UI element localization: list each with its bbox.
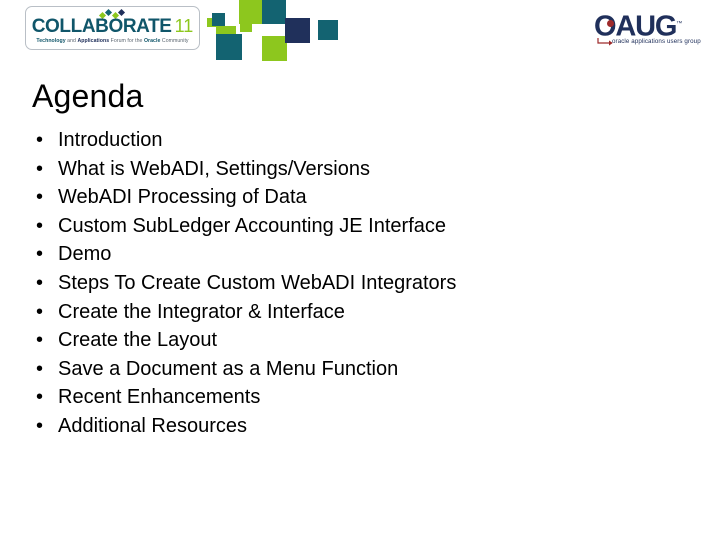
agenda-item: • Recent Enhancements bbox=[30, 383, 690, 412]
bullet-icon: • bbox=[36, 329, 44, 352]
agenda-item: • Additional Resources bbox=[30, 412, 690, 441]
agenda-item: • Introduction bbox=[30, 126, 690, 155]
agenda-list: • Introduction • What is WebADI, Settings/V… bbox=[30, 126, 690, 441]
agenda-item: • WebADI Processing of Data bbox=[30, 183, 690, 212]
oaug-tagline: oracle applications users group bbox=[612, 38, 701, 45]
tagline-mid-2: Forum for the bbox=[109, 38, 144, 44]
trademark-icon: ™ bbox=[676, 21, 683, 27]
presentation-slide: COLLABORATE 11 Technology and Application… bbox=[0, 0, 720, 540]
collaborate-wordmark: COLLABORATE 11 bbox=[26, 17, 199, 36]
mosaic-tile bbox=[216, 34, 242, 60]
bullet-icon: • bbox=[36, 357, 44, 380]
oaug-target-dot-icon bbox=[607, 20, 614, 27]
mosaic-tile bbox=[285, 18, 310, 43]
agenda-item-label: Additional Resources bbox=[58, 414, 247, 437]
agenda-item: • Demo bbox=[30, 240, 690, 269]
page-title: Agenda bbox=[32, 78, 144, 114]
collaborate-name: COLLABORATE bbox=[31, 16, 172, 37]
bullet-icon: • bbox=[36, 214, 44, 237]
agenda-item-label: Create the Layout bbox=[58, 329, 217, 352]
agenda-item-label: Introduction bbox=[58, 129, 163, 151]
collaborate-year: 11 bbox=[174, 16, 194, 36]
agenda-item: • Custom SubLedger Accounting JE Interfac… bbox=[30, 212, 690, 241]
agenda-item-label: Steps To Create Custom WebADI Integrator… bbox=[58, 271, 457, 294]
agenda-item-label: Custom SubLedger Accounting JE Interface bbox=[58, 214, 447, 237]
agenda-item: • Save a Document as a Menu Function bbox=[30, 355, 690, 384]
bullet-icon: • bbox=[36, 386, 44, 409]
bullet-icon: • bbox=[36, 186, 44, 209]
tagline-bold-technology: Technology bbox=[36, 38, 66, 44]
oaug-logo: OAUG™ oracle applications users group bbox=[594, 8, 712, 54]
tagline-end: Community bbox=[160, 38, 189, 44]
bullet-icon: • bbox=[36, 300, 44, 323]
bullet-icon: • bbox=[36, 271, 44, 294]
mosaic-tile bbox=[262, 36, 287, 61]
agenda-item-label: Demo bbox=[58, 243, 112, 266]
bullet-icon: • bbox=[36, 129, 44, 151]
agenda-item-label: Recent Enhancements bbox=[58, 386, 261, 409]
collaborate-tagline: Technology and Applications Forum for th… bbox=[26, 38, 199, 44]
mosaic-tile bbox=[262, 0, 286, 24]
agenda-item: • Create the Layout bbox=[30, 326, 690, 355]
bullet-icon: • bbox=[36, 157, 44, 180]
bullet-icon: • bbox=[36, 243, 44, 266]
mosaic-tile bbox=[212, 13, 225, 26]
tagline-bold-oracle: Oracle bbox=[143, 38, 161, 44]
agenda-item-label: What is WebADI, Settings/Versions bbox=[58, 157, 370, 180]
agenda-item-label: Save a Document as a Menu Function bbox=[58, 357, 399, 380]
agenda-item: • Create the Integrator & Interface bbox=[30, 298, 690, 327]
mosaic-tile bbox=[240, 20, 252, 32]
slide-header: COLLABORATE 11 Technology and Application… bbox=[0, 0, 720, 62]
agenda-item-label: WebADI Processing of Data bbox=[58, 186, 307, 209]
mosaic-tile bbox=[318, 20, 338, 40]
tagline-mid-1: and bbox=[65, 38, 78, 44]
arrow-icon bbox=[597, 38, 613, 46]
collaborate-logo: COLLABORATE 11 Technology and Application… bbox=[25, 6, 200, 50]
agenda-item-label: Create the Integrator & Interface bbox=[58, 300, 345, 323]
agenda-item: • What is WebADI, Settings/Versions bbox=[30, 155, 690, 184]
agenda-item: • Steps To Create Custom WebADI Integrato… bbox=[30, 269, 690, 298]
bullet-icon: • bbox=[36, 414, 44, 437]
tagline-bold-applications: Applications bbox=[77, 38, 110, 44]
